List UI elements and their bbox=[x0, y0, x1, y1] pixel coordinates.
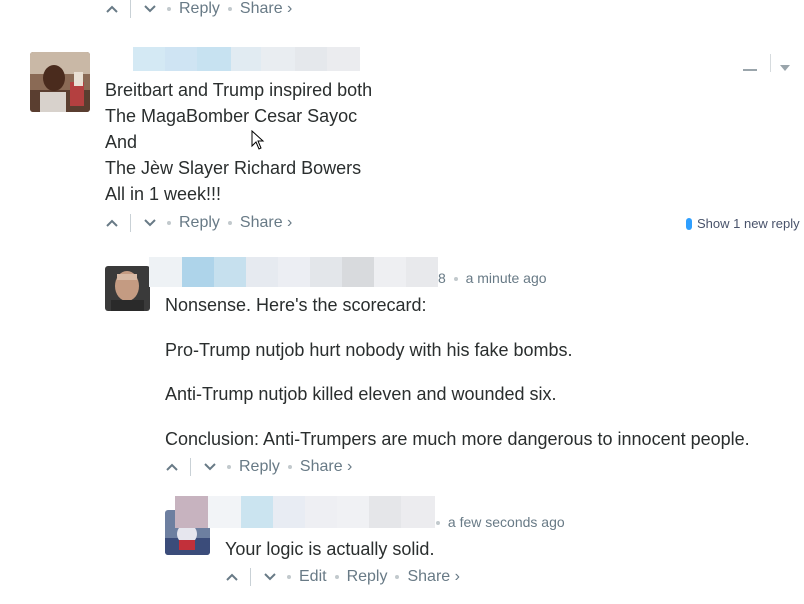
separator-dot bbox=[167, 7, 171, 11]
comment-line: The Jèw Slayer Richard Bowers bbox=[105, 158, 362, 178]
comment-line: The MagaBomber Cesar Sayoc bbox=[105, 106, 358, 126]
comment-body: Breitbart and Trump inspired both The Ma… bbox=[105, 77, 372, 207]
downvote-button[interactable] bbox=[201, 458, 219, 476]
share-link[interactable]: Share › bbox=[407, 568, 459, 586]
share-link[interactable]: Share › bbox=[240, 214, 292, 232]
upvote-button[interactable] bbox=[223, 568, 241, 586]
chevron-down-icon bbox=[204, 463, 216, 471]
separator-dot bbox=[287, 575, 291, 579]
comment-menu-button[interactable] bbox=[780, 58, 790, 71]
comment-actions: Edit Reply Share › bbox=[223, 568, 460, 586]
downvote-button[interactable] bbox=[261, 568, 279, 586]
menu-divider bbox=[770, 54, 771, 72]
comment-paragraph: Your logic is actually solid. bbox=[225, 539, 435, 559]
mouse-pointer-icon bbox=[251, 129, 265, 155]
separator-dot bbox=[167, 221, 171, 225]
show-new-reply-label: Show 1 new reply bbox=[697, 216, 800, 231]
username-tail[interactable]: 8 bbox=[438, 270, 446, 286]
separator-dot bbox=[395, 575, 400, 579]
chevron-down-icon bbox=[144, 5, 156, 13]
downvote-button[interactable] bbox=[141, 214, 159, 232]
comment-meta: 8 a minute ago bbox=[438, 270, 547, 286]
separator-dot bbox=[227, 465, 231, 469]
vote-divider bbox=[130, 214, 131, 232]
comment-paragraph: Nonsense. Here's the scorecard: bbox=[165, 295, 427, 315]
minus-icon bbox=[743, 69, 757, 71]
upvote-button[interactable] bbox=[163, 458, 181, 476]
upvote-button[interactable] bbox=[103, 0, 121, 18]
upvote-button[interactable] bbox=[103, 214, 121, 232]
vote-divider bbox=[250, 568, 251, 586]
avatar[interactable] bbox=[30, 52, 90, 112]
username-redacted bbox=[106, 47, 360, 71]
chevron-down-icon bbox=[264, 573, 276, 581]
separator-dot bbox=[453, 277, 458, 281]
reply-link[interactable]: Reply bbox=[179, 214, 220, 232]
comment-paragraph: Pro-Trump nutjob hurt nobody with his fa… bbox=[165, 340, 573, 360]
user-photo-icon bbox=[105, 266, 150, 311]
edit-link[interactable]: Edit bbox=[299, 568, 327, 586]
separator-dot bbox=[227, 7, 232, 11]
timestamp-link[interactable]: a minute ago bbox=[466, 270, 547, 286]
vote-divider bbox=[130, 0, 131, 18]
chevron-up-icon bbox=[106, 5, 118, 13]
comment-actions: Reply Share › bbox=[103, 214, 292, 232]
comment-paragraph: Anti-Trump nutjob killed eleven and woun… bbox=[165, 384, 557, 404]
chevron-up-icon bbox=[166, 463, 178, 471]
username-redacted bbox=[175, 496, 435, 528]
comment-line: And bbox=[105, 132, 138, 152]
separator-dot bbox=[334, 575, 339, 579]
reply-link[interactable]: Reply bbox=[239, 458, 280, 476]
chevron-up-icon bbox=[226, 573, 238, 581]
separator-dot bbox=[287, 465, 292, 469]
collapse-button[interactable] bbox=[743, 59, 757, 71]
caret-down-icon bbox=[780, 65, 790, 71]
comment-line: Breitbart and Trump inspired both bbox=[105, 80, 373, 100]
vote-divider bbox=[190, 458, 191, 476]
new-reply-indicator bbox=[686, 217, 692, 230]
downvote-button[interactable] bbox=[141, 0, 159, 18]
username-redacted bbox=[149, 257, 438, 287]
show-new-reply-button[interactable]: Show 1 new reply bbox=[686, 216, 800, 231]
user-photo-icon bbox=[30, 52, 90, 112]
comment-paragraph: Conclusion: Anti-Trumpers are much more … bbox=[165, 429, 750, 449]
comment-meta: a few seconds ago bbox=[436, 514, 565, 530]
separator-dot bbox=[227, 221, 232, 225]
reply-link[interactable]: Reply bbox=[347, 568, 388, 586]
timestamp-link[interactable]: a few seconds ago bbox=[448, 514, 565, 530]
comment-actions: Reply Share › bbox=[163, 458, 352, 476]
reply-link[interactable]: Reply bbox=[179, 0, 220, 18]
top-comment-actions: Reply Share › bbox=[103, 0, 292, 18]
chevron-down-icon bbox=[144, 219, 156, 227]
share-link[interactable]: Share › bbox=[300, 458, 352, 476]
share-link[interactable]: Share › bbox=[240, 0, 292, 18]
separator-dot bbox=[436, 521, 440, 525]
avatar[interactable] bbox=[105, 266, 150, 311]
chevron-up-icon bbox=[106, 219, 118, 227]
comment-line: All in 1 week!!! bbox=[105, 184, 222, 204]
